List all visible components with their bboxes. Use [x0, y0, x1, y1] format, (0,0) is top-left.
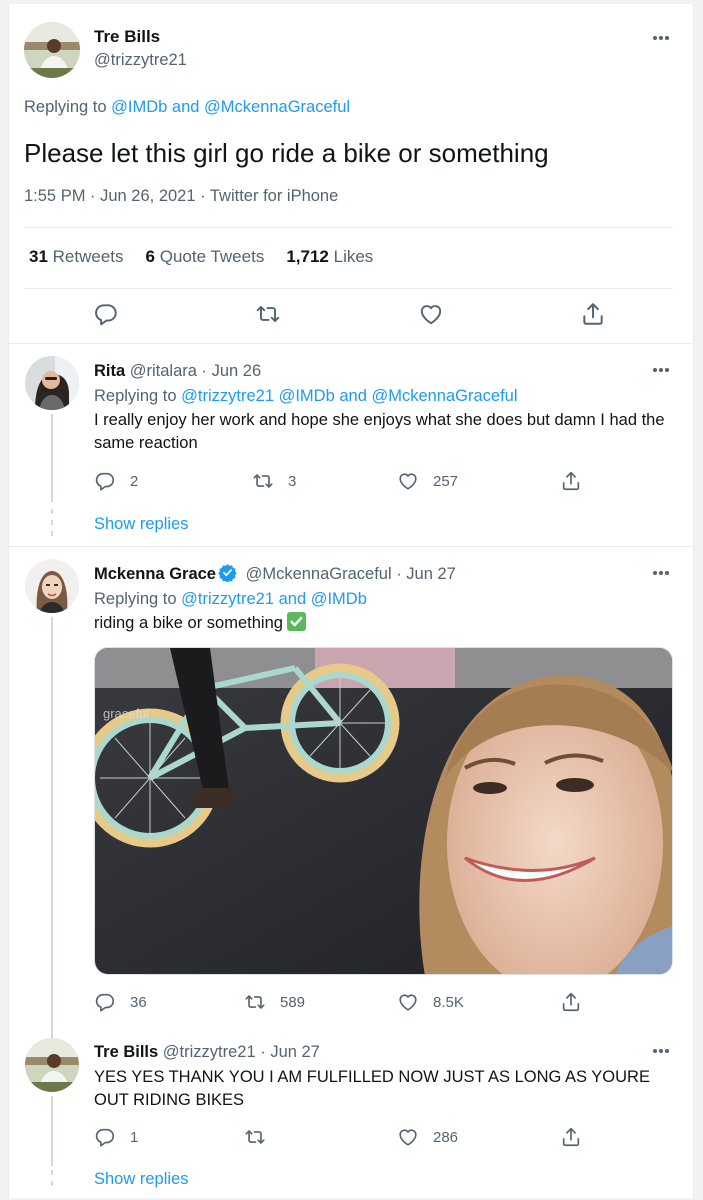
retweet-button[interactable] — [244, 1126, 266, 1148]
reply-button[interactable]: 36 — [94, 991, 147, 1013]
like-icon — [397, 470, 419, 492]
reply-icon — [94, 470, 116, 492]
author-handle-date[interactable]: @ritalara · Jun 26 — [130, 362, 261, 380]
engagement-stats: 31 Retweets 6 Quote Tweets 1,712 Likes — [29, 247, 395, 267]
tweet-timestamp[interactable]: 1:55 PM · Jun 26, 2021 · Twitter for iPh… — [24, 187, 338, 206]
reply-button[interactable]: 1 — [94, 1126, 138, 1148]
replying-prefix: Replying to — [24, 98, 107, 116]
retweet-icon — [244, 991, 266, 1013]
replying-to-link[interactable]: @IMDb and @MckennaGraceful — [111, 98, 350, 116]
tweet-thread: Tre Bills @trizzytre21 Replying to @IMDb… — [8, 4, 694, 1198]
share-icon — [560, 470, 582, 492]
author-handle-date[interactable]: @MckennaGraceful · Jun 27 — [246, 565, 456, 583]
tweet-text: Please let this girl go ride a bike or s… — [24, 138, 549, 168]
reply-count: 1 — [130, 1128, 139, 1146]
show-replies-link[interactable]: Show replies — [94, 1170, 188, 1189]
retweet-button[interactable]: 589 — [244, 991, 305, 1013]
verified-badge-icon — [218, 564, 237, 582]
media-watermark: graceful — [103, 706, 149, 721]
reply-header: Tre Bills @trizzytre21 · Jun 27 — [94, 1041, 320, 1063]
avatar[interactable] — [24, 22, 80, 78]
share-button[interactable] — [560, 1126, 582, 1148]
show-replies-link[interactable]: Show replies — [94, 515, 188, 534]
like-count: 286 — [433, 1128, 459, 1146]
reply-header: Mckenna Grace @MckennaGraceful · Jun 27 — [94, 563, 456, 585]
like-icon — [397, 1126, 419, 1148]
tweet-text: riding a bike or something — [94, 614, 283, 632]
share-button[interactable] — [580, 301, 606, 332]
share-icon — [580, 301, 606, 327]
like-count: 257 — [433, 472, 459, 490]
replying-prefix: Replying to — [94, 590, 177, 608]
check-mark-emoji — [286, 612, 306, 631]
reply-count: 2 — [130, 472, 139, 490]
author-name[interactable]: Rita — [94, 362, 125, 380]
avatar[interactable] — [25, 559, 79, 613]
replying-to: Replying to @IMDb and @MckennaGraceful — [24, 96, 350, 118]
tweet-text: YES YES THANK YOU I AM FULFILLED NOW JUS… — [94, 1068, 650, 1109]
replying-to: Replying to @trizzytre21 @IMDb and @Mcke… — [94, 385, 518, 407]
tweet-text: I really enjoy her work and hope she enj… — [94, 411, 665, 452]
reply-icon — [93, 301, 119, 327]
retweet-icon — [244, 1126, 266, 1148]
more-icon[interactable] — [653, 35, 671, 41]
author-name[interactable]: Tre Bills — [94, 27, 160, 47]
replying-to: Replying to @trizzytre21 and @IMDb — [94, 588, 367, 610]
reply-button[interactable] — [93, 301, 119, 332]
like-icon — [418, 301, 444, 327]
more-icon[interactable] — [653, 367, 671, 373]
avatar[interactable] — [25, 1038, 79, 1092]
retweet-button[interactable]: 3 — [252, 470, 296, 492]
share-icon — [560, 991, 582, 1013]
retweet-icon — [255, 301, 281, 327]
author-handle[interactable]: @trizzytre21 — [94, 51, 187, 70]
tweet-media-image[interactable]: graceful — [94, 647, 673, 975]
share-icon — [560, 1126, 582, 1148]
retweet-count: 589 — [280, 993, 306, 1011]
like-icon — [397, 991, 419, 1013]
reply-icon — [94, 991, 116, 1013]
retweet-button[interactable] — [255, 301, 281, 332]
likes-stat[interactable]: 1,712 Likes — [286, 247, 373, 267]
reply-count: 36 — [130, 993, 147, 1011]
like-button[interactable]: 257 — [397, 470, 458, 492]
avatar[interactable] — [25, 356, 79, 410]
quote-tweets-stat[interactable]: 6 Quote Tweets — [146, 247, 265, 267]
author-handle-date[interactable]: @trizzytre21 · Jun 27 — [163, 1043, 320, 1061]
retweet-icon — [252, 470, 274, 492]
author-name[interactable]: Tre Bills — [94, 1043, 158, 1061]
reply-button[interactable]: 2 — [94, 470, 138, 492]
like-button[interactable] — [418, 301, 444, 332]
tweet-text-row: riding a bike or something — [94, 612, 306, 635]
like-button[interactable]: 286 — [397, 1126, 458, 1148]
share-button[interactable] — [560, 470, 582, 492]
like-count: 8.5K — [433, 993, 464, 1011]
author-name[interactable]: Mckenna Grace — [94, 565, 216, 583]
more-icon[interactable] — [653, 1048, 671, 1054]
share-button[interactable] — [560, 991, 582, 1013]
reply-icon — [94, 1126, 116, 1148]
replying-to-link[interactable]: @trizzytre21 and @IMDb — [181, 590, 367, 608]
replying-to-link[interactable]: @trizzytre21 @IMDb and @MckennaGraceful — [181, 387, 517, 405]
reply-header: Rita @ritalara · Jun 26 — [94, 360, 261, 382]
retweets-stat[interactable]: 31 Retweets — [29, 247, 124, 267]
like-button[interactable]: 8.5K — [397, 991, 464, 1013]
retweet-count: 3 — [288, 472, 297, 490]
replying-prefix: Replying to — [94, 387, 177, 405]
more-icon[interactable] — [653, 570, 671, 576]
